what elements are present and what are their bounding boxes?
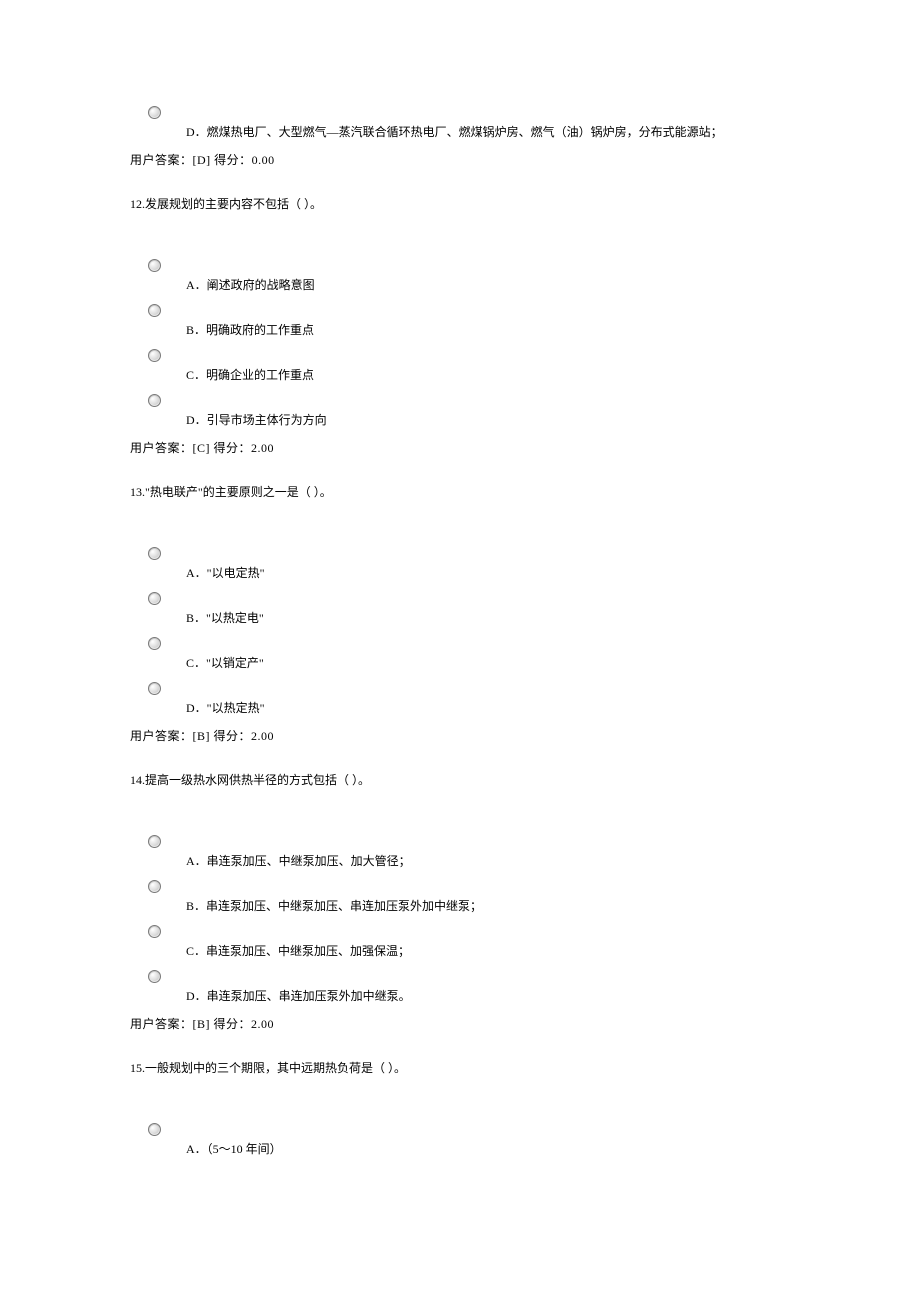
radio-icon[interactable]	[148, 592, 161, 605]
q12-option-c-text: C．明确企业的工作重点	[186, 366, 920, 384]
q14-option-c-text: C．串连泵加压、中继泵加压、加强保温；	[186, 942, 920, 960]
q12-option-b-text: B．明确政府的工作重点	[186, 321, 920, 339]
radio-icon[interactable]	[148, 970, 161, 983]
radio-icon[interactable]	[148, 106, 161, 119]
q14-option-a-text: A．串连泵加压、中继泵加压、加大管径；	[186, 852, 920, 870]
q15-option-a-text: A．（5～10 年间）	[186, 1140, 920, 1158]
q12-answer: 用户答案：[C] 得分：2.00	[130, 439, 920, 457]
q13-option-c-text: C．"以销定产"	[186, 654, 920, 672]
q11-option-d-text: D．燃煤热电厂、大型燃气—蒸汽联合循环热电厂、燃煤锅炉房、燃气（油）锅炉房，分布…	[186, 123, 920, 141]
q13-title: 13."热电联产"的主要原则之一是（ ）。	[130, 483, 920, 501]
radio-icon[interactable]	[148, 304, 161, 317]
q14-option-d: D．串连泵加压、串连加压泵外加中继泵。	[148, 970, 920, 1005]
q14-option-b-text: B．串连泵加压、中继泵加压、串连加压泵外加中继泵；	[186, 897, 920, 915]
q12-option-d: D．引导市场主体行为方向	[148, 394, 920, 429]
q14-option-a: A．串连泵加压、中继泵加压、加大管径；	[148, 835, 920, 870]
q13-option-c: C．"以销定产"	[148, 637, 920, 672]
radio-icon[interactable]	[148, 349, 161, 362]
radio-icon[interactable]	[148, 925, 161, 938]
q13-answer: 用户答案：[B] 得分：2.00	[130, 727, 920, 745]
radio-icon[interactable]	[148, 1123, 161, 1136]
q12-title: 12.发展规划的主要内容不包括（ ）。	[130, 195, 920, 213]
q13-option-d-text: D．"以热定热"	[186, 699, 920, 717]
radio-icon[interactable]	[148, 682, 161, 695]
radio-icon[interactable]	[148, 637, 161, 650]
q14-option-b: B．串连泵加压、中继泵加压、串连加压泵外加中继泵；	[148, 880, 920, 915]
radio-icon[interactable]	[148, 394, 161, 407]
q12-option-b: B．明确政府的工作重点	[148, 304, 920, 339]
q12-option-c: C．明确企业的工作重点	[148, 349, 920, 384]
q13-option-a-text: A．"以电定热"	[186, 564, 920, 582]
radio-icon[interactable]	[148, 835, 161, 848]
q15-title: 15.一般规划中的三个期限，其中远期热负荷是（ ）。	[130, 1059, 920, 1077]
q15-option-a: A．（5～10 年间）	[148, 1123, 920, 1158]
q13-option-a: A．"以电定热"	[148, 547, 920, 582]
radio-icon[interactable]	[148, 259, 161, 272]
q11-answer: 用户答案：[D] 得分：0.00	[130, 151, 920, 169]
q14-option-d-text: D．串连泵加压、串连加压泵外加中继泵。	[186, 987, 920, 1005]
q12-option-d-text: D．引导市场主体行为方向	[186, 411, 920, 429]
q13-option-b: B．"以热定电"	[148, 592, 920, 627]
q13-option-d: D．"以热定热"	[148, 682, 920, 717]
q11-option-d: D．燃煤热电厂、大型燃气—蒸汽联合循环热电厂、燃煤锅炉房、燃气（油）锅炉房，分布…	[148, 106, 920, 141]
radio-icon[interactable]	[148, 547, 161, 560]
q13-option-b-text: B．"以热定电"	[186, 609, 920, 627]
q12-option-a: A．阐述政府的战略意图	[148, 259, 920, 294]
q14-option-c: C．串连泵加压、中继泵加压、加强保温；	[148, 925, 920, 960]
q14-answer: 用户答案：[B] 得分：2.00	[130, 1015, 920, 1033]
radio-icon[interactable]	[148, 880, 161, 893]
q14-title: 14.提高一级热水网供热半径的方式包括（ ）。	[130, 771, 920, 789]
q12-option-a-text: A．阐述政府的战略意图	[186, 276, 920, 294]
